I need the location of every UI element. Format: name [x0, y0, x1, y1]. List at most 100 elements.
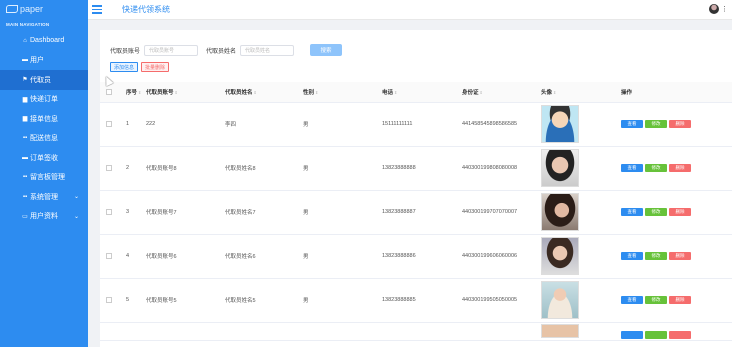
sidebar-item-5[interactable]: ▪▪ 配送信息 [0, 129, 88, 149]
sidebar-item-label: 订单签收 [30, 154, 58, 162]
logo: paper [0, 0, 88, 18]
more-icon[interactable]: ⋮ [721, 5, 728, 13]
delete-button[interactable] [669, 331, 691, 339]
sort-icon[interactable]: ⇕ [315, 90, 318, 95]
column-header[interactable]: 性别⇕ [303, 82, 382, 103]
sort-icon[interactable]: ⇕ [553, 90, 556, 95]
cell-avatar [541, 234, 621, 279]
sort-icon[interactable]: ⇕ [175, 90, 178, 95]
menu-toggle-icon[interactable] [92, 5, 110, 14]
view-button[interactable]: 查看 [621, 296, 643, 304]
edit-button[interactable]: 修改 [645, 120, 667, 128]
column-header-label: 电话 [382, 89, 394, 96]
view-button[interactable]: 查看 [621, 208, 643, 216]
user-menu[interactable]: ⋮ [709, 4, 728, 14]
list-icon: ▆ [22, 96, 28, 103]
view-button[interactable]: 查看 [621, 252, 643, 260]
row-checkbox[interactable] [106, 209, 112, 215]
column-header[interactable]: 头像⇕ [541, 82, 621, 103]
sidebar-item-2[interactable]: ⚑ 代取员 [0, 70, 88, 90]
table-row[interactable]: 3 代取员账号7 代取员姓名7 男 13823888887 440300199707070… [100, 190, 732, 235]
edit-button[interactable] [645, 331, 667, 339]
view-button[interactable] [621, 331, 643, 339]
batch-delete-button[interactable]: 批量删除 [141, 62, 170, 72]
view-button[interactable]: 查看 [621, 164, 643, 172]
chevron-down-icon[interactable]: ⌄ [74, 213, 79, 220]
cell-no: 1 [126, 102, 146, 147]
sidebar-item-0[interactable]: ⌂ Dashboard [0, 31, 88, 51]
courier-table: 序号⇕ 代取员账号⇕ 代取员姓名⇕ 性别⇕ 电话⇕ 身份证⇕ 头像⇕ 操作 1 222 李四男 15… [100, 82, 732, 341]
column-header-label: 序号 [126, 89, 138, 96]
logo-icon [6, 5, 18, 13]
avatar-image [541, 281, 579, 319]
search-bar: 代取员账号 代取员账号 代取员姓名 代取员姓名 搜索 [100, 40, 732, 60]
header: 快递代领系统 ⋮ [88, 0, 732, 20]
account-label: 代取员账号 [110, 48, 141, 55]
view-button[interactable]: 查看 [621, 120, 643, 128]
sidebar-item-4[interactable]: ▆ 接单信息 [0, 109, 88, 129]
edit-button[interactable]: 修改 [645, 164, 667, 172]
row-checkbox[interactable] [106, 297, 112, 303]
sidebar-item-1[interactable]: ▬ 用户 [0, 51, 88, 71]
sidebar-item-label: 系统管理 [30, 193, 58, 201]
delete-button[interactable]: 删除 [669, 164, 691, 172]
search-button[interactable]: 搜索 [310, 44, 343, 56]
column-header[interactable]: 身份证⇕ [462, 82, 541, 103]
cell-id: 440300199606060006 [462, 234, 541, 279]
column-header[interactable]: 代取员账号⇕ [146, 82, 225, 103]
cell-name: 代取员姓名5 [225, 278, 303, 323]
select-all-checkbox[interactable] [106, 88, 112, 95]
sort-icon[interactable]: ⇕ [480, 90, 483, 95]
table-row[interactable]: 5 代取员账号5 代取员姓名5 男 13823888885 440300199505050… [100, 278, 732, 323]
delete-button[interactable]: 删除 [669, 120, 691, 128]
avatar[interactable] [709, 4, 719, 14]
cell-ops: 查看 修改 删除 [621, 102, 732, 147]
avatar-image [541, 105, 579, 143]
cell-gender: 男 [303, 146, 382, 191]
sidebar-item-8[interactable]: ▪▪ 系统管理 ⌄ [0, 187, 88, 207]
sidebar-item-6[interactable]: ▬ 订单签收 [0, 148, 88, 168]
name-search-input[interactable]: 代取员姓名 [240, 44, 295, 56]
column-header[interactable]: 代取员姓名⇕ [225, 82, 303, 103]
sidebar-item-9[interactable]: ▭ 用户资料 ⌄ [0, 207, 88, 227]
sidebar-item-3[interactable]: ▆ 快递订单 [0, 90, 88, 110]
edit-button[interactable]: 修改 [645, 208, 667, 216]
table-row[interactable]: 1 222 李四男 15111111111 441458545898586585 查看 修改… [100, 102, 732, 147]
sidebar-item-7[interactable]: ▪▪ 留言板管理 [0, 168, 88, 188]
table-row[interactable] [100, 322, 732, 341]
cell-ops [621, 322, 732, 341]
sort-icon[interactable]: ⇕ [138, 90, 141, 95]
nav-caption: MAIN NAVIGATION [6, 22, 50, 27]
delete-button[interactable]: 删除 [669, 208, 691, 216]
logo-text: paper [20, 4, 44, 14]
column-header[interactable]: 序号⇕ [126, 82, 146, 103]
table-row[interactable]: 2 代取员账号8 代取员姓名8 男 13823888888 440300199808080… [100, 146, 732, 191]
column-header[interactable]: 电话⇕ [382, 82, 462, 103]
row-checkbox[interactable] [106, 165, 112, 171]
sort-icon[interactable]: ⇕ [394, 90, 397, 95]
delete-button[interactable]: 删除 [669, 252, 691, 260]
edit-button[interactable]: 修改 [645, 252, 667, 260]
name-label: 代取员姓名 [206, 48, 237, 55]
cell-avatar [541, 278, 621, 323]
account-search-input[interactable]: 代取员账号 [144, 44, 199, 56]
row-checkbox[interactable] [106, 121, 112, 127]
flag-icon: ⚑ [22, 77, 28, 84]
table-row[interactable]: 4 代取员账号6 代取员姓名6 男 13823888886 440300199606060… [100, 234, 732, 279]
avatar-image [541, 324, 579, 338]
cell-gender: 男 [303, 278, 382, 323]
row-checkbox[interactable] [106, 253, 112, 259]
cell-phone: 13823888887 [382, 190, 462, 235]
sort-icon[interactable]: ⇕ [254, 90, 257, 95]
chevron-down-icon[interactable]: ⌄ [74, 193, 79, 200]
edit-button[interactable]: 修改 [645, 296, 667, 304]
file-icon: ▆ [22, 116, 28, 123]
row-select-cell [100, 190, 126, 235]
cell-ops: 查看 修改 删除 [621, 234, 732, 279]
cell-gender: 男 [303, 234, 382, 279]
delete-button[interactable]: 删除 [669, 296, 691, 304]
add-button[interactable]: 添加信息 [110, 62, 139, 72]
row-select-cell [100, 102, 126, 147]
cell-no: 3 [126, 190, 146, 235]
cell-avatar [541, 190, 621, 235]
